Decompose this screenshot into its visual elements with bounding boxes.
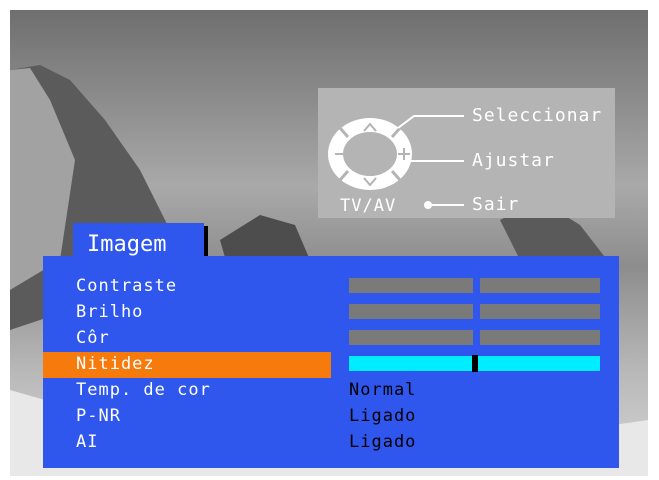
adjust-label: Ajustar xyxy=(472,150,555,171)
menu-item-label: Contraste xyxy=(76,276,178,296)
menu-item-label: Temp. de cor xyxy=(76,380,211,400)
select-label: Seleccionar xyxy=(472,105,603,126)
brightness-slider-right[interactable] xyxy=(480,304,600,319)
picture-menu-panel: Contraste Brilho Côr Nitidez Temp. de co… xyxy=(43,256,619,468)
tv-screen: Seleccionar Ajustar Sair TV/AV Imagem Co… xyxy=(10,10,648,476)
color-temp-value: Normal xyxy=(349,380,417,400)
menu-item-label: Nitidez xyxy=(76,354,155,374)
ai-value: Ligado xyxy=(349,432,417,452)
menu-item-contrast[interactable]: Contraste xyxy=(43,274,331,300)
tvav-label: TV/AV xyxy=(340,196,397,216)
menu-item-label: Brilho xyxy=(76,302,144,322)
menu-item-sharpness[interactable]: Nitidez xyxy=(43,352,331,378)
menu-item-color-temp[interactable]: Temp. de cor xyxy=(43,378,331,404)
color-slider-right[interactable] xyxy=(480,330,600,345)
menu-item-label: AI xyxy=(76,432,99,452)
menu-item-pnr[interactable]: P-NR xyxy=(43,404,331,430)
exit-label: Sair xyxy=(472,194,520,215)
menu-item-label: P-NR xyxy=(76,406,121,426)
color-slider-left[interactable] xyxy=(349,330,473,345)
brightness-slider-left[interactable] xyxy=(349,304,473,319)
contrast-slider-right[interactable] xyxy=(480,278,600,293)
menu-item-color[interactable]: Côr xyxy=(43,326,331,352)
remote-control-guide: Seleccionar Ajustar Sair TV/AV xyxy=(318,88,615,218)
contrast-slider-left[interactable] xyxy=(349,278,473,293)
menu-item-ai[interactable]: AI xyxy=(43,430,331,456)
menu-item-brightness[interactable]: Brilho xyxy=(43,300,331,326)
pnr-value: Ligado xyxy=(349,406,417,426)
sharpness-slider-marker[interactable] xyxy=(472,355,478,372)
menu-item-label: Côr xyxy=(76,328,110,348)
